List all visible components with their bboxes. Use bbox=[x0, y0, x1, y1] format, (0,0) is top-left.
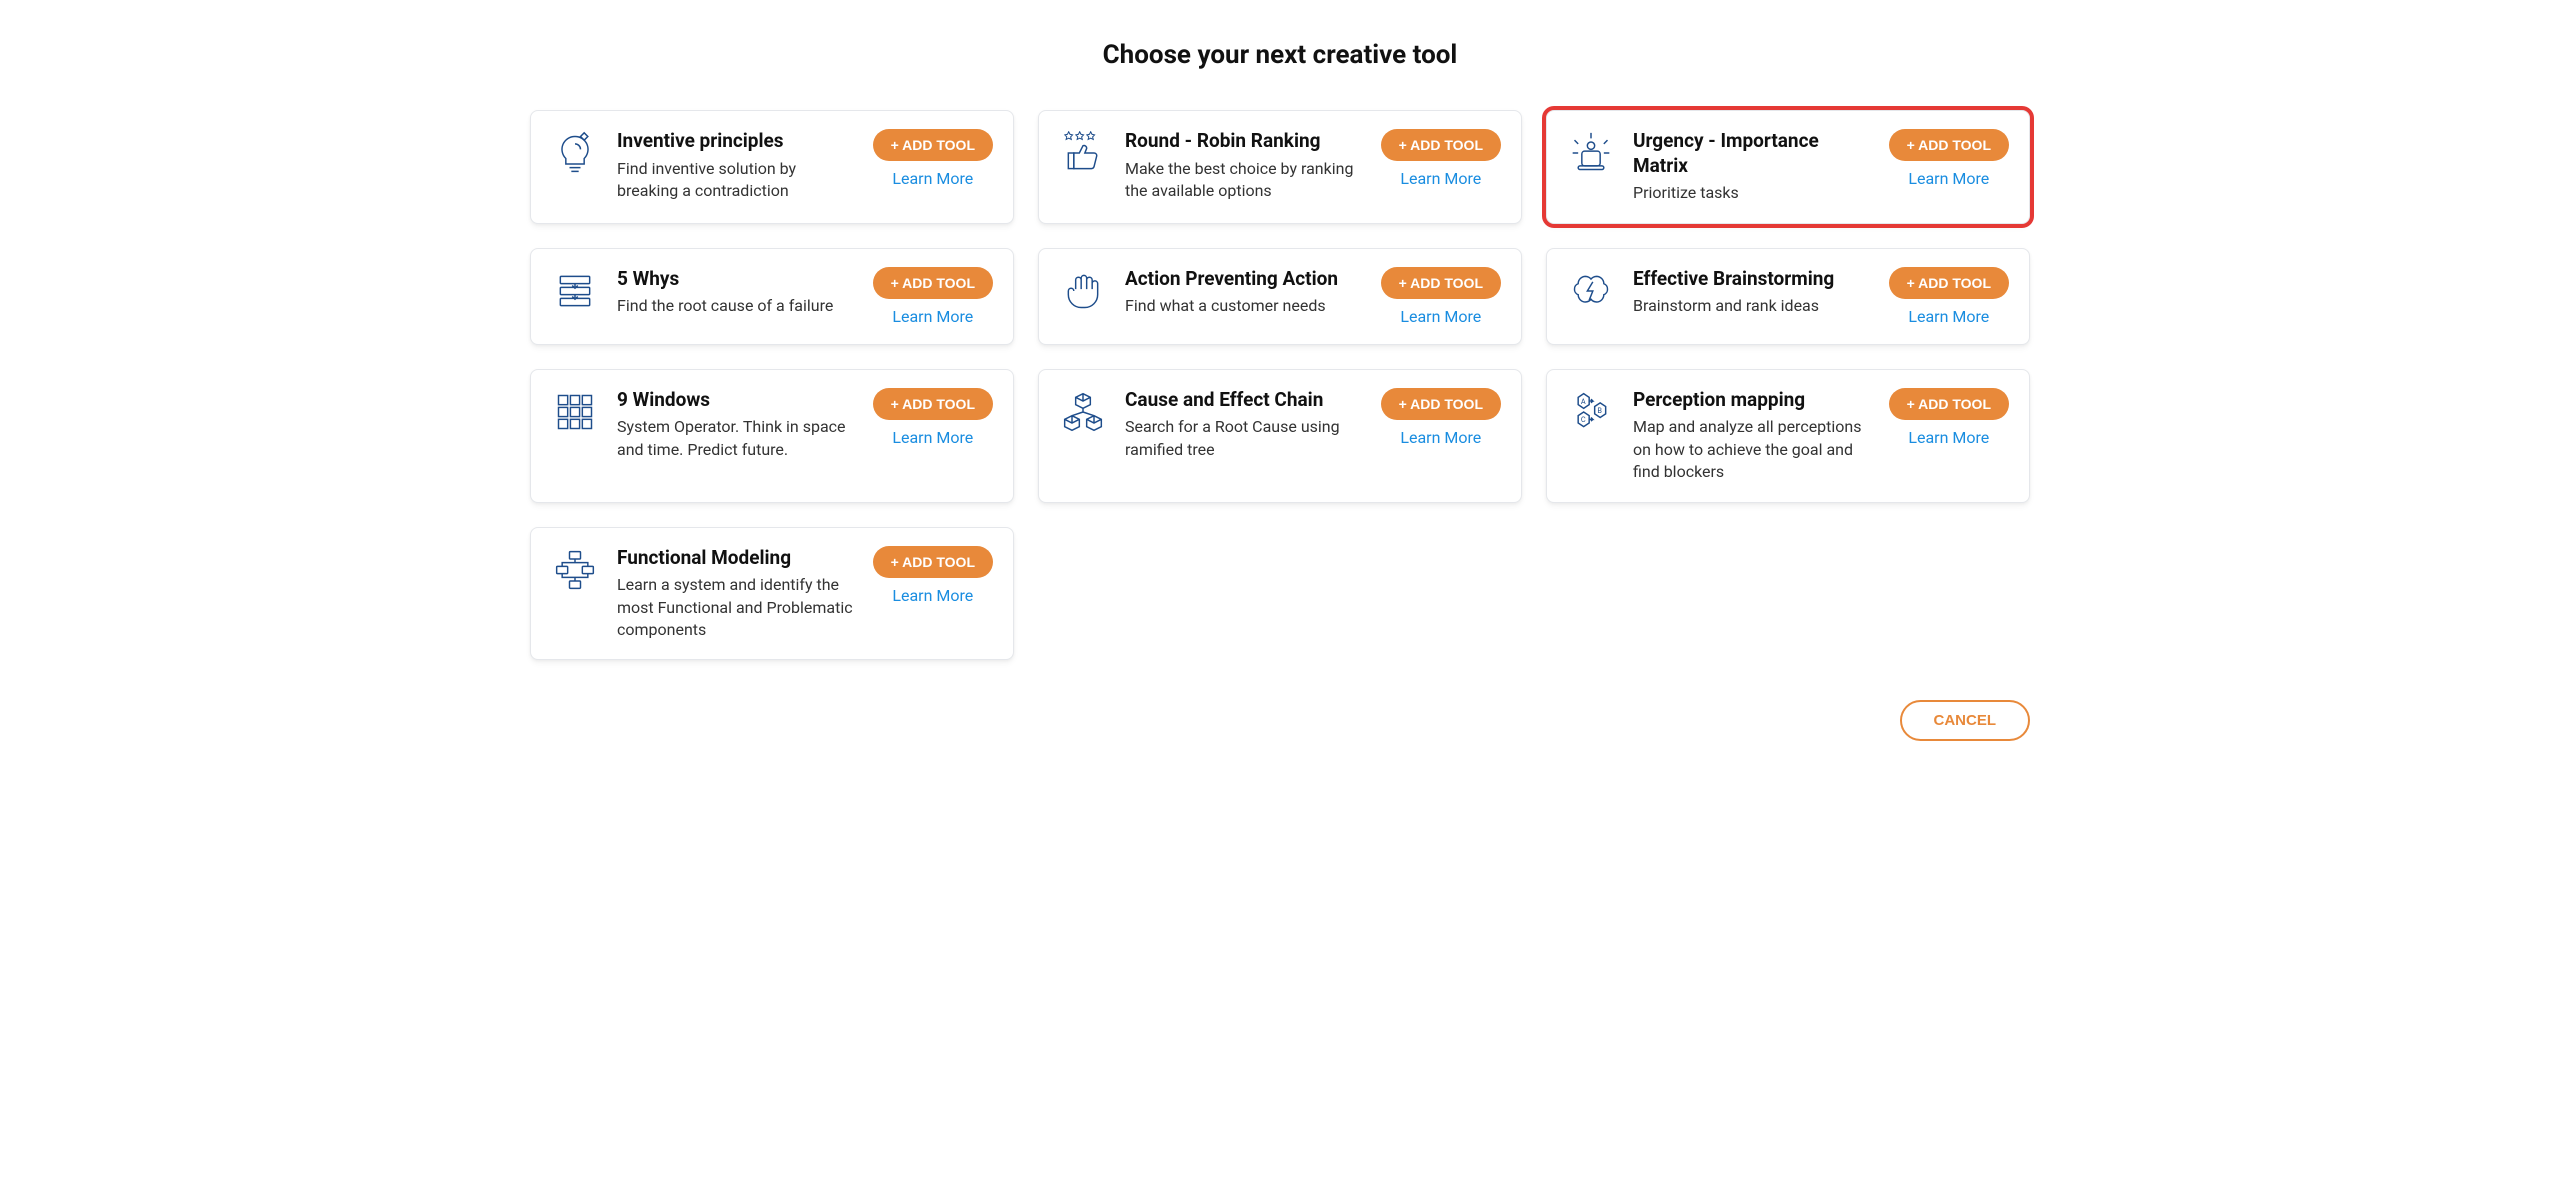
learn-more-link[interactable]: Learn More bbox=[1400, 307, 1481, 326]
add-tool-button[interactable]: + ADD TOOL bbox=[1381, 388, 1501, 420]
learn-more-link[interactable]: Learn More bbox=[1400, 169, 1481, 188]
tool-card-body: Perception mapping Map and analyze all pe… bbox=[1633, 388, 1871, 484]
learn-more-link[interactable]: Learn More bbox=[1908, 307, 1989, 326]
add-tool-button[interactable]: + ADD TOOL bbox=[1889, 129, 2009, 161]
tool-card-body: Inventive principles Find inventive solut… bbox=[617, 129, 855, 202]
tool-title: Cause and Effect Chain bbox=[1125, 388, 1363, 413]
tool-description: Brainstorm and rank ideas bbox=[1633, 295, 1871, 317]
add-tool-button[interactable]: + ADD TOOL bbox=[873, 388, 993, 420]
learn-more-link[interactable]: Learn More bbox=[1908, 428, 1989, 447]
tool-card-cause-effect: Cause and Effect Chain Search for a Root … bbox=[1038, 369, 1522, 503]
tool-card-body: Cause and Effect Chain Search for a Root … bbox=[1125, 388, 1363, 461]
hex-abc-icon bbox=[1567, 388, 1615, 436]
tool-title: Action Preventing Action bbox=[1125, 267, 1363, 292]
thumbs-stars-icon bbox=[1059, 129, 1107, 177]
footer: CANCEL bbox=[530, 700, 2030, 741]
tool-title: 5 Whys bbox=[617, 267, 855, 292]
tool-title: 9 Windows bbox=[617, 388, 855, 413]
tool-actions: + ADD TOOL Learn More bbox=[873, 388, 993, 447]
tool-description: Map and analyze all perceptions on how t… bbox=[1633, 416, 1871, 483]
tool-description: Make the best choice by ranking the avai… bbox=[1125, 158, 1363, 203]
add-tool-button[interactable]: + ADD TOOL bbox=[1889, 267, 2009, 299]
tool-actions: + ADD TOOL Learn More bbox=[1381, 388, 1501, 447]
cube-tree-icon bbox=[1059, 388, 1107, 436]
tool-title: Round - Robin Ranking bbox=[1125, 129, 1363, 154]
cancel-button[interactable]: CANCEL bbox=[1900, 700, 2031, 741]
tool-description: Find inventive solution by breaking a co… bbox=[617, 158, 855, 203]
brain-bolt-icon bbox=[1567, 267, 1615, 315]
tool-card-action-preventing: Action Preventing Action Find what a cust… bbox=[1038, 248, 1522, 345]
tool-card-body: Urgency - Importance Matrix Prioritize ta… bbox=[1633, 129, 1871, 205]
tool-title: Urgency - Importance Matrix bbox=[1633, 129, 1871, 178]
tool-card-body: 5 Whys Find the root cause of a failure bbox=[617, 267, 855, 318]
learn-more-link[interactable]: Learn More bbox=[892, 428, 973, 447]
hand-stop-icon bbox=[1059, 267, 1107, 315]
learn-more-link[interactable]: Learn More bbox=[892, 586, 973, 605]
add-tool-button[interactable]: + ADD TOOL bbox=[1381, 267, 1501, 299]
learn-more-link[interactable]: Learn More bbox=[892, 169, 973, 188]
tool-card-perception-mapping: Perception mapping Map and analyze all pe… bbox=[1546, 369, 2030, 503]
tool-actions: + ADD TOOL Learn More bbox=[1381, 267, 1501, 326]
tool-actions: + ADD TOOL Learn More bbox=[1889, 267, 2009, 326]
tool-title: Functional Modeling bbox=[617, 546, 855, 571]
layers-down-icon bbox=[551, 267, 599, 315]
tool-description: Find the root cause of a failure bbox=[617, 295, 855, 317]
tool-card-urgency-importance: Urgency - Importance Matrix Prioritize ta… bbox=[1546, 110, 2030, 224]
tool-description: Prioritize tasks bbox=[1633, 182, 1871, 204]
lightbulb-puzzle-icon bbox=[551, 129, 599, 177]
tool-card-body: Round - Robin Ranking Make the best choic… bbox=[1125, 129, 1363, 202]
add-tool-button[interactable]: + ADD TOOL bbox=[873, 129, 993, 161]
tool-actions: + ADD TOOL Learn More bbox=[1889, 388, 2009, 447]
tool-description: Find what a customer needs bbox=[1125, 295, 1363, 317]
tool-description: Search for a Root Cause using ramified t… bbox=[1125, 416, 1363, 461]
tool-card-body: Action Preventing Action Find what a cust… bbox=[1125, 267, 1363, 318]
learn-more-link[interactable]: Learn More bbox=[1400, 428, 1481, 447]
tool-card-functional-modeling: Functional Modeling Learn a system and id… bbox=[530, 527, 1014, 661]
tool-card-inventive-principles: Inventive principles Find inventive solut… bbox=[530, 110, 1014, 224]
learn-more-link[interactable]: Learn More bbox=[1908, 169, 1989, 188]
tool-card-five-whys: 5 Whys Find the root cause of a failure + … bbox=[530, 248, 1014, 345]
learn-more-link[interactable]: Learn More bbox=[892, 307, 973, 326]
page-title: Choose your next creative tool bbox=[60, 40, 2500, 70]
tool-grid: Inventive principles Find inventive solut… bbox=[530, 110, 2030, 660]
add-tool-button[interactable]: + ADD TOOL bbox=[1889, 388, 2009, 420]
tool-description: System Operator. Think in space and time… bbox=[617, 416, 855, 461]
add-tool-button[interactable]: + ADD TOOL bbox=[873, 546, 993, 578]
tool-actions: + ADD TOOL Learn More bbox=[873, 129, 993, 188]
tool-title: Inventive principles bbox=[617, 129, 855, 154]
tool-actions: + ADD TOOL Learn More bbox=[873, 546, 993, 605]
siren-icon bbox=[1567, 129, 1615, 177]
tool-card-body: 9 Windows System Operator. Think in space… bbox=[617, 388, 855, 461]
tool-card-nine-windows: 9 Windows System Operator. Think in space… bbox=[530, 369, 1014, 503]
tool-card-body: Effective Brainstorming Brainstorm and ra… bbox=[1633, 267, 1871, 318]
tool-description: Learn a system and identify the most Fun… bbox=[617, 574, 855, 641]
add-tool-button[interactable]: + ADD TOOL bbox=[873, 267, 993, 299]
tool-actions: + ADD TOOL Learn More bbox=[1381, 129, 1501, 188]
grid-3x3-icon bbox=[551, 388, 599, 436]
tool-actions: + ADD TOOL Learn More bbox=[873, 267, 993, 326]
tool-title: Effective Brainstorming bbox=[1633, 267, 1871, 292]
tool-card-effective-brainstorming: Effective Brainstorming Brainstorm and ra… bbox=[1546, 248, 2030, 345]
add-tool-button[interactable]: + ADD TOOL bbox=[1381, 129, 1501, 161]
tool-title: Perception mapping bbox=[1633, 388, 1871, 413]
tool-card-round-robin: Round - Robin Ranking Make the best choic… bbox=[1038, 110, 1522, 224]
tool-actions: + ADD TOOL Learn More bbox=[1889, 129, 2009, 188]
tool-card-body: Functional Modeling Learn a system and id… bbox=[617, 546, 855, 642]
flowchart-icon bbox=[551, 546, 599, 594]
